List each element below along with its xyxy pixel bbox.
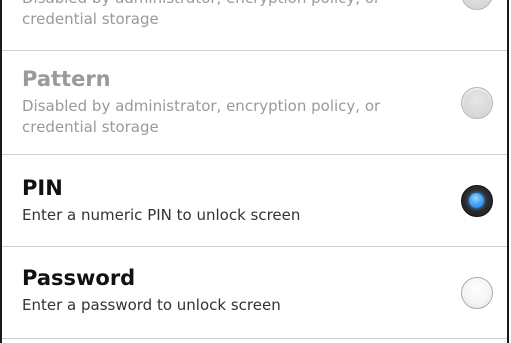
list-item-text: PIN Enter a numeric PIN to unlock screen [22, 175, 437, 226]
list-item-pattern: Pattern Disabled by administrator, encry… [2, 51, 507, 155]
list-item-previous-option: Disabled by administrator, encryption po… [2, 0, 507, 51]
list-item-text: Pattern Disabled by administrator, encry… [22, 66, 437, 138]
radio-unselected-icon [461, 87, 493, 119]
list-item-text: Password Enter a password to unlock scre… [22, 265, 437, 316]
radio-selected-icon[interactable] [461, 185, 493, 217]
option-title: PIN [22, 176, 63, 200]
option-summary: credential storage [22, 118, 159, 136]
option-summary: Disabled by administrator, encryption po… [22, 97, 381, 115]
option-title: Password [22, 266, 136, 290]
screen-lock-options-panel: Disabled by administrator, encryption po… [0, 0, 509, 343]
option-summary: Enter a password to unlock screen [22, 296, 281, 314]
radio-selected-dot [469, 193, 484, 208]
option-summary: Enter a numeric PIN to unlock screen [22, 206, 301, 224]
option-summary: Disabled by administrator, encryption po… [22, 0, 437, 9]
radio-unselected-icon [461, 0, 493, 10]
list-item-text: Disabled by administrator, encryption po… [22, 0, 437, 30]
option-title: Pattern [22, 67, 111, 91]
list-item-password[interactable]: Password Enter a password to unlock scre… [2, 247, 507, 339]
radio-unselected-icon[interactable] [461, 277, 493, 309]
option-summary: credential storage [22, 10, 159, 28]
list-item-pin[interactable]: PIN Enter a numeric PIN to unlock screen [2, 155, 507, 247]
